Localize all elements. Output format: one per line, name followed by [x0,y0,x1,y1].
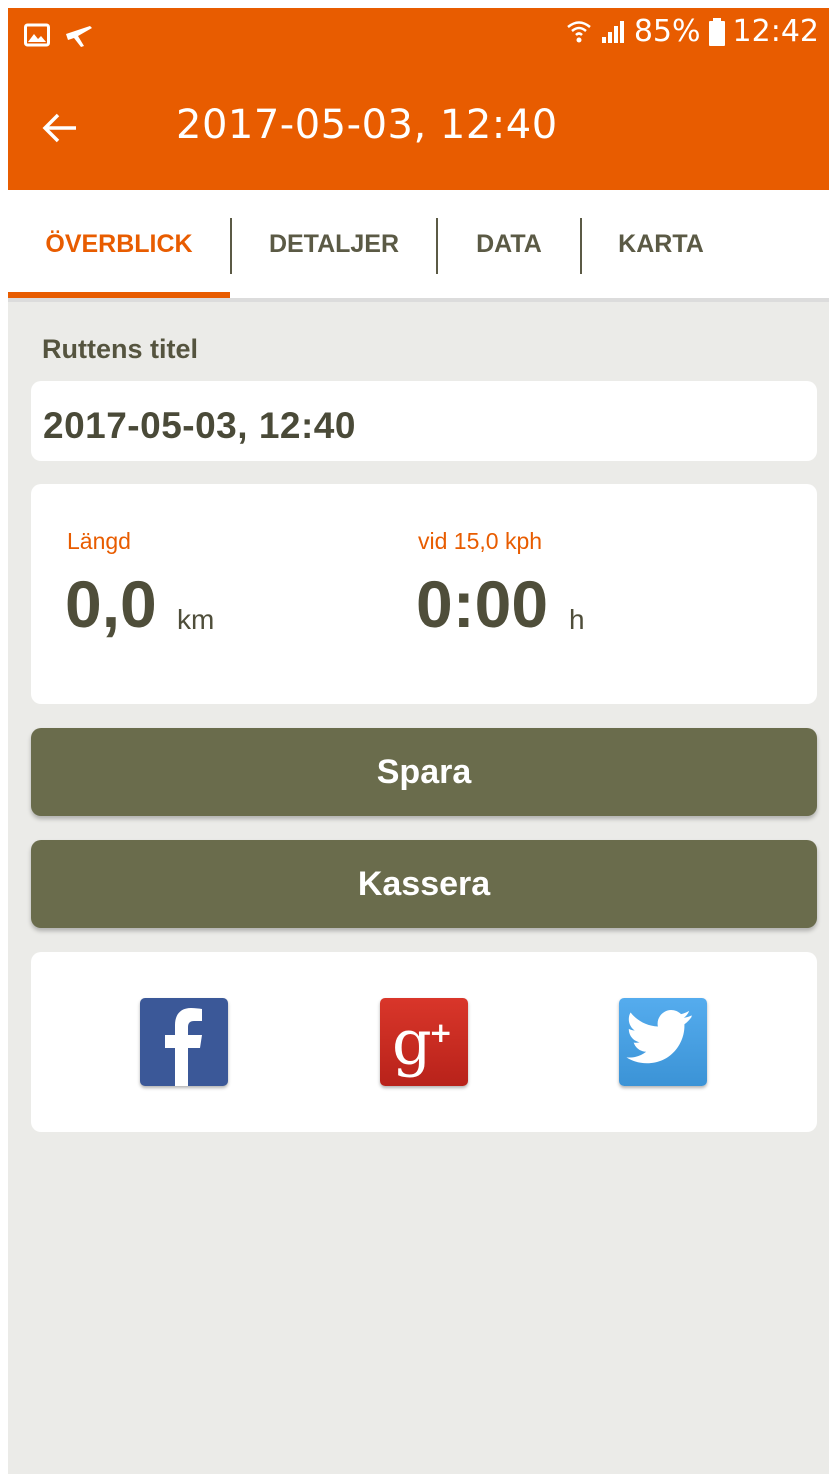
route-title-label: Ruttens titel [42,334,199,364]
back-button[interactable] [32,100,88,156]
image-icon [24,23,50,47]
length-unit: km [177,604,215,635]
svg-text:g: g [392,1006,432,1079]
wifi-icon [566,19,592,45]
stats-card: Längd 0,0 km vid 15,0 kph 0:00 h [31,484,817,704]
active-tab-indicator [8,292,230,298]
share-card: g + [31,952,817,1132]
length-value: 0,0 [65,567,157,641]
twitter-icon[interactable] [619,998,707,1086]
tab-bar: ÖVERBLICK DETALJER DATA KARTA [8,190,829,302]
arrow-left-icon [40,108,80,148]
duration-value: 0:00 [416,567,549,641]
duration-unit: h [569,604,585,635]
status-bar: 85% 12:42 [8,8,829,66]
tab-details[interactable]: DETALJER [232,190,436,298]
battery-icon [708,17,725,46]
save-button[interactable]: Spara [31,728,817,816]
duration-label: vid 15,0 kph [418,528,543,554]
tab-data[interactable]: DATA [438,190,580,298]
battery-percent: 85% [633,14,701,49]
status-right-indicators: 85% 12:42 [566,14,819,49]
status-time: 12:42 [732,14,819,49]
google-plus-icon[interactable]: g + [380,998,468,1086]
plane-icon [64,22,94,48]
signal-icon [600,20,626,44]
svg-text:+: + [429,1016,452,1049]
app-bar: 2017-05-03, 12:40 [8,66,829,190]
route-title-value: 2017-05-03, 12:40 [43,405,356,446]
facebook-icon[interactable] [140,998,228,1086]
route-title-field[interactable]: 2017-05-03, 12:40 [31,381,817,461]
page-title: 2017-05-03, 12:40 [176,102,558,148]
discard-button[interactable]: Kassera [31,840,817,928]
length-label: Längd [67,528,131,554]
tab-overview[interactable]: ÖVERBLICK [8,190,230,298]
tab-map[interactable]: KARTA [582,190,740,298]
app-screen: 85% 12:42 2017-05-03, 12:40 ÖVERBLICK DE… [8,8,829,1474]
status-left-icons [24,22,94,48]
